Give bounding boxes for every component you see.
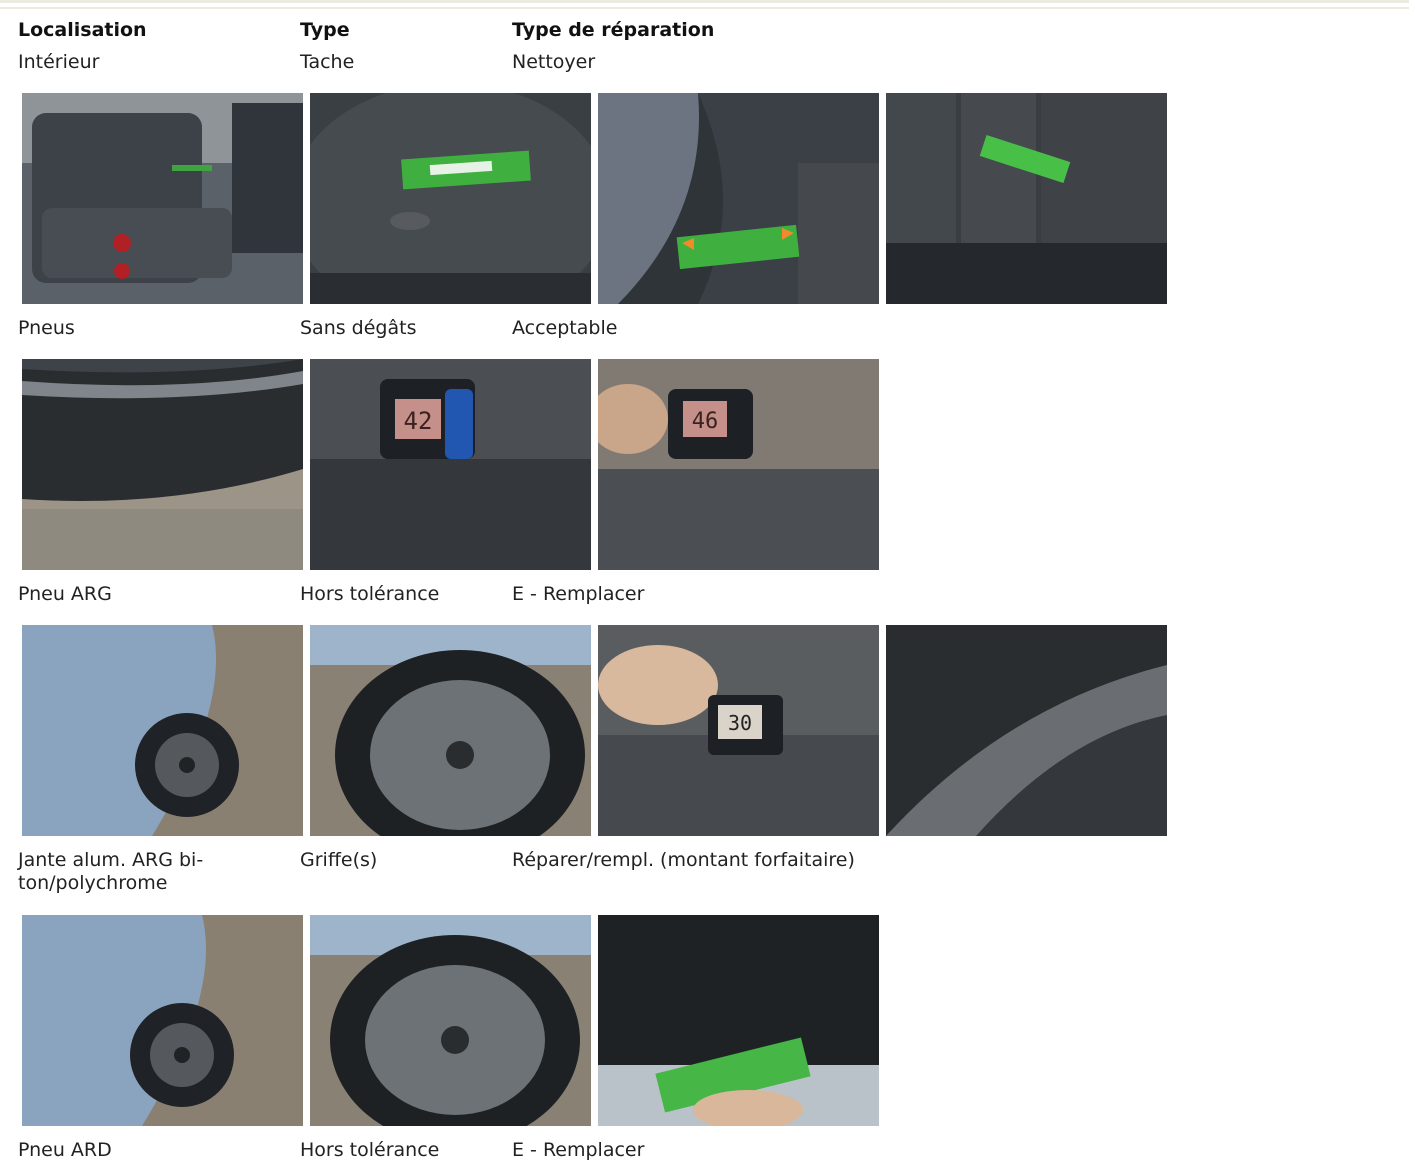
repair-type: Réparer/rempl. (montant forfaitaire) [512,849,855,871]
repair-type: Nettoyer [512,51,596,73]
damage-location: Pneus [18,317,75,339]
rim-scratch-ruler-photo[interactable] [598,915,879,1126]
tread-depth-gauge-photo[interactable]: 46 [598,359,879,570]
damage-location: Pneu ARD [18,1139,112,1161]
tire-sidewall-photo[interactable] [22,359,303,570]
damage-type: Tache [300,51,355,73]
tread-depth-gauge-photo[interactable]: 30 [598,625,879,836]
car-rear-wheel-photo[interactable] [22,625,303,836]
repair-type: E - Remplacer [512,583,645,605]
seat-back-ruler-photo[interactable] [886,93,1167,304]
car-rear-wheel-photo[interactable] [22,915,303,1126]
repair-type: Acceptable [512,317,618,339]
rear-seat-photo[interactable] [22,93,303,304]
top-divider [0,0,1409,9]
damage-location: Pneu ARG [18,583,112,605]
seat-bolster-ruler-photo[interactable] [598,93,879,304]
gauge-reading: 42 [404,407,433,435]
damage-location: Intérieur [18,51,100,73]
alloy-wheel-photo[interactable] [310,625,591,836]
gauge-reading: 46 [692,409,719,434]
header-location: Localisation [18,19,147,41]
damage-type: Griffe(s) [300,849,378,871]
damage-type: Hors tolérance [300,583,440,605]
alloy-wheel-photo[interactable] [310,915,591,1126]
seat-stain-ruler-photo[interactable] [310,93,591,304]
header-repair-type: Type de réparation [512,19,715,41]
repair-type: E - Remplacer [512,1139,645,1161]
damage-type: Sans dégâts [300,317,417,339]
header-type: Type [300,19,350,41]
damage-type: Hors tolérance [300,1139,440,1161]
tire-size-marking-photo[interactable] [886,625,1167,836]
damage-location: Jante alum. ARG bi-ton/polychrome [18,849,204,894]
gauge-reading: 30 [728,711,752,735]
tread-depth-gauge-photo[interactable]: 42 [310,359,591,570]
